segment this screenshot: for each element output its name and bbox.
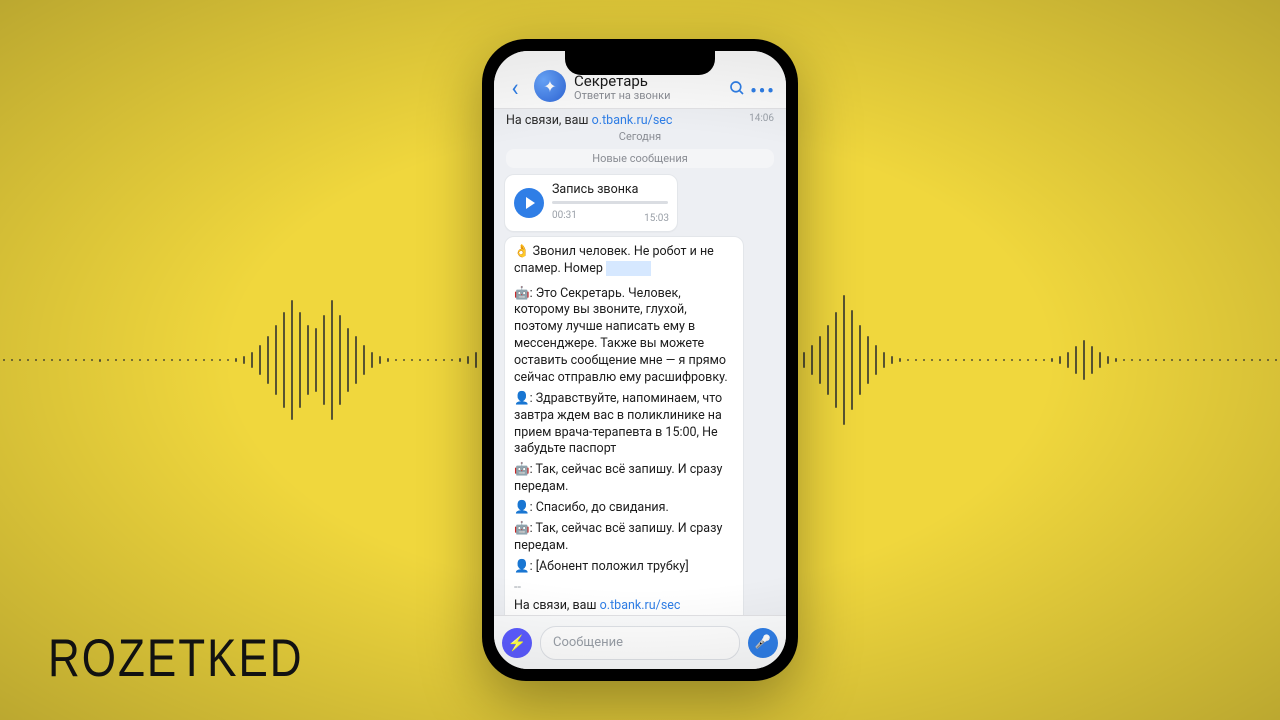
blurred-number <box>606 261 651 276</box>
message-input[interactable]: Сообщение <box>540 626 740 660</box>
transcript-message: 👌 Звонил человек. Не робот и не спамер. … <box>504 236 744 615</box>
voice-progress[interactable] <box>552 201 668 204</box>
footer-link[interactable]: o.tbank.ru/sec <box>600 598 681 613</box>
day-separator: Сегодня <box>502 130 778 143</box>
voice-title: Запись звонка <box>552 182 668 199</box>
phone-screen: ‹ ✦ Секретарь Ответит на звонки ••• 14:0… <box>494 51 786 669</box>
chat-title: Секретарь <box>574 73 724 90</box>
new-messages-divider: Новые сообщения <box>506 149 774 168</box>
back-icon[interactable]: ‹ <box>504 74 526 102</box>
input-bar: Сообщение <box>494 615 786 669</box>
prev-message-time: 14:06 <box>749 113 774 124</box>
voice-duration: 00:31 <box>552 210 577 221</box>
play-icon[interactable] <box>514 188 544 218</box>
voice-time: 15:03 <box>644 212 669 226</box>
bolt-icon[interactable] <box>502 628 532 658</box>
prev-link[interactable]: o.tbank.ru/sec <box>592 113 673 128</box>
chat-title-wrap[interactable]: Секретарь Ответит на звонки <box>574 73 724 102</box>
phone-frame: ‹ ✦ Секретарь Ответит на звонки ••• 14:0… <box>482 39 798 681</box>
mic-icon[interactable] <box>748 628 778 658</box>
prev-message-tail: 14:06 На связи, ваш o.tbank.ru/sec <box>502 111 778 128</box>
phone-notch <box>565 51 715 75</box>
brand-watermark: ROZETKED <box>48 629 304 689</box>
more-icon[interactable]: ••• <box>750 81 776 102</box>
search-icon[interactable] <box>724 79 750 102</box>
voice-message: Запись звонка 00:31 15:03 <box>504 174 678 232</box>
chat-body: 14:06 На связи, ваш o.tbank.ru/sec Сегод… <box>494 109 786 615</box>
avatar[interactable]: ✦ <box>534 70 566 102</box>
chat-subtitle: Ответит на звонки <box>574 90 724 102</box>
